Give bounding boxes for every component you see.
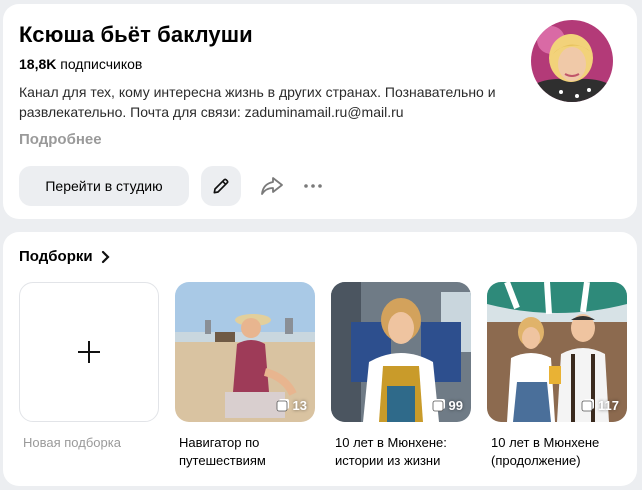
channel-description: Канал для тех, кому интересна жизнь в др…: [19, 84, 496, 120]
collection-title[interactable]: Навигатор по путешествиям: [179, 434, 319, 470]
collection-count: 13: [292, 397, 307, 413]
go-to-studio-button[interactable]: Перейти в студию: [19, 166, 189, 206]
posts-stack-icon: [432, 399, 445, 412]
channel-header-card: Ксюша бьёт баклуши 18,8K подписчиков Кан…: [3, 4, 637, 219]
posts-stack-icon: [581, 399, 595, 412]
subscribers-label: подписчиков: [60, 56, 143, 72]
collection-count-badge: 117: [581, 396, 619, 414]
pencil-icon: [213, 178, 229, 194]
collection-count-badge: 13: [276, 396, 307, 414]
collections-header[interactable]: Подборки: [19, 248, 111, 265]
collection-title[interactable]: 10 лет в Мюнхене: истории из жизни: [335, 434, 475, 470]
new-collection-tile[interactable]: [19, 282, 159, 422]
plus-icon: [78, 341, 100, 363]
subscribers-line: 18,8K подписчиков: [19, 56, 142, 72]
subscribers-count: 18,8K: [19, 56, 57, 72]
more-dots-icon[interactable]: [301, 174, 325, 198]
posts-stack-icon: [276, 399, 289, 412]
collection-tile[interactable]: 13: [175, 282, 315, 422]
more-link[interactable]: Подробнее: [19, 131, 102, 148]
share-icon[interactable]: [259, 174, 285, 198]
collections-card: Подборки Новая подборка 13 Навигатор по …: [3, 232, 637, 486]
channel-title: Ксюша бьёт баклуши: [19, 22, 253, 47]
collection-tile[interactable]: 99: [331, 282, 471, 422]
collection-title[interactable]: 10 лет в Мюнхене (продолжение): [491, 434, 631, 470]
chevron-right-icon: [101, 250, 110, 263]
collection-count: 99: [448, 397, 463, 413]
new-collection-label: Новая подборка: [23, 435, 121, 450]
collection-count: 117: [598, 397, 619, 413]
collection-tile[interactable]: 117: [487, 282, 627, 422]
edit-button[interactable]: [201, 166, 241, 206]
channel-avatar[interactable]: [531, 20, 613, 102]
collection-count-badge: 99: [432, 396, 463, 414]
collections-title: Подборки: [19, 248, 93, 265]
